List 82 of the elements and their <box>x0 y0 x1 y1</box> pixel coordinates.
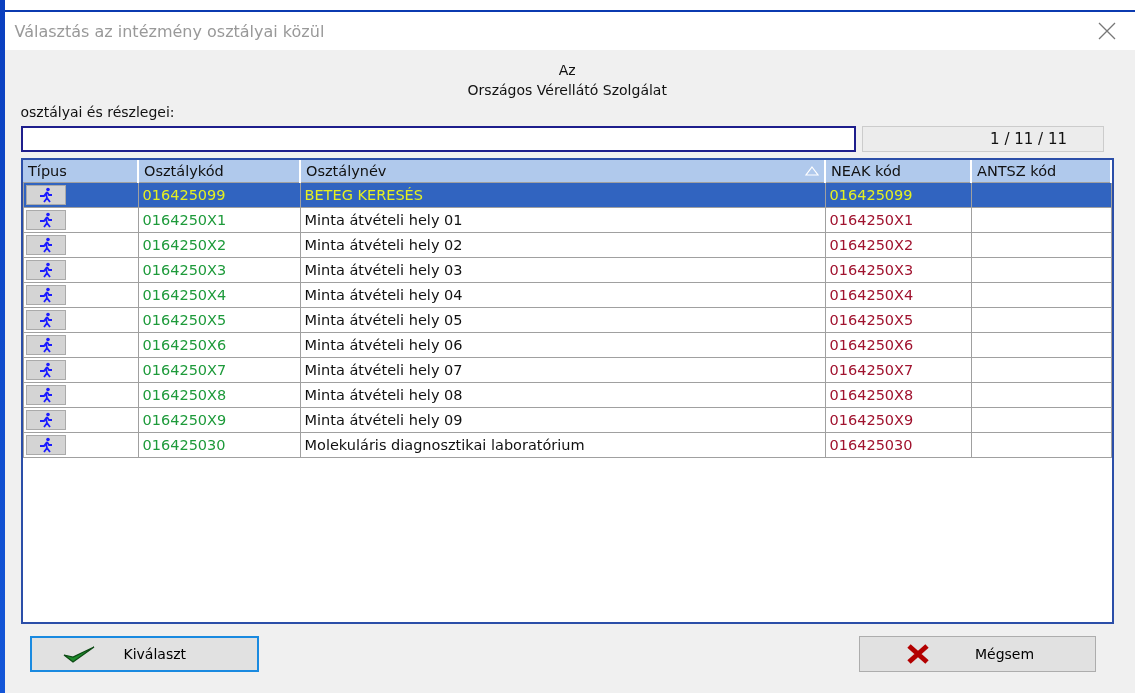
table-cell: 0164250X6 <box>138 332 300 358</box>
window-title: Választás az intézmény osztályai közül <box>14 21 325 41</box>
running-person-icon <box>37 411 54 428</box>
record-counter: 1 / 11 / 11 <box>861 126 1104 152</box>
table-cell: Minta átvételi hely 08 <box>300 382 825 408</box>
table-row[interactable]: 0164250X5 Minta átvételi hely 05 0164250X5 <box>23 307 1111 333</box>
table-row[interactable]: 0164250X6 Minta átvételi hely 06 0164250X6 <box>23 332 1111 358</box>
table-cell: Minta átvételi hely 04 <box>300 282 825 308</box>
person-type-button[interactable] <box>25 234 66 255</box>
column-header[interactable]: Osztálynév <box>300 160 825 183</box>
table-cell: Minta átvételi hely 06 <box>300 332 825 358</box>
table-cell: 0164250X2 <box>138 232 300 258</box>
table-cell: 0164250X4 <box>825 282 971 308</box>
person-type-button[interactable] <box>25 309 66 330</box>
table-cell: 0164250X3 <box>138 257 300 283</box>
table-cell: 016425030 <box>138 432 300 458</box>
person-type-button[interactable] <box>25 434 66 455</box>
table-cell: 0164250X4 <box>138 282 300 308</box>
running-person-icon <box>37 186 54 203</box>
person-type-button[interactable] <box>25 259 66 280</box>
check-icon <box>61 644 96 664</box>
table-cell: 016425030 <box>825 432 971 458</box>
column-header[interactable]: Osztálykód <box>138 160 300 183</box>
table-cell: 016425099 <box>138 182 300 208</box>
running-person-icon <box>37 386 54 403</box>
table-row[interactable]: 016425099 BETEG KERESÉS 016425099 <box>23 182 1111 208</box>
column-header[interactable]: ANTSZ kód <box>971 160 1111 183</box>
table-cell: Molekuláris diagnosztikai laboratórium <box>300 432 825 458</box>
running-person-icon <box>37 336 54 353</box>
heading-text: Az <box>558 62 576 78</box>
list-label: osztályai és részlegei: <box>20 104 176 120</box>
table-row[interactable]: 0164250X8 Minta átvételi hely 08 0164250X8 <box>23 382 1111 408</box>
column-header[interactable]: NEAK kód <box>825 160 971 183</box>
table-cell: Minta átvételi hely 07 <box>300 357 825 383</box>
running-person-icon <box>37 311 54 328</box>
table-cell: Minta átvételi hely 09 <box>300 407 825 433</box>
running-person-icon <box>37 211 54 228</box>
person-type-button[interactable] <box>25 384 66 405</box>
table-row[interactable]: 0164250X4 Minta átvételi hely 04 0164250X4 <box>23 282 1111 308</box>
table-cell: 0164250X7 <box>138 357 300 383</box>
close-icon[interactable] <box>1097 21 1117 41</box>
running-person-icon <box>37 436 54 453</box>
select-button[interactable]: Kiválaszt <box>29 636 259 672</box>
running-person-icon <box>37 236 54 253</box>
running-person-icon <box>37 286 54 303</box>
person-type-button[interactable] <box>25 209 66 230</box>
table-cell: 0164250X1 <box>825 207 971 233</box>
person-type-button[interactable] <box>25 409 66 430</box>
table-cell: 0164250X5 <box>825 307 971 333</box>
table-cell: Minta átvételi hely 02 <box>300 232 825 258</box>
table-cell: 0164250X9 <box>825 407 971 433</box>
table-cell: 0164250X1 <box>138 207 300 233</box>
table-row[interactable]: 0164250X1 Minta átvételi hely 01 0164250X1 <box>23 207 1111 233</box>
institution-name: Országos Vérellátó Szolgálat <box>467 82 667 98</box>
table-cell: 0164250X8 <box>138 382 300 408</box>
person-type-button[interactable] <box>25 334 66 355</box>
table-cell: Minta átvételi hely 05 <box>300 307 825 333</box>
table-row[interactable]: 0164250X7 Minta átvételi hely 07 0164250X7 <box>23 357 1111 383</box>
running-person-icon <box>37 361 54 378</box>
table-cell: 0164250X6 <box>825 332 971 358</box>
table-cell: BETEG KERESÉS <box>300 182 825 208</box>
column-header[interactable]: Típus <box>23 160 138 183</box>
cancel-button[interactable]: Mégsem <box>859 636 1096 672</box>
table-cell: 0164250X9 <box>138 407 300 433</box>
table-cell: Minta átvételi hely 03 <box>300 257 825 283</box>
table-row[interactable]: 016425030 Molekuláris diagnosztikai laboratórium 016425030 <box>23 432 1111 458</box>
search-field[interactable] <box>20 126 856 152</box>
table-row[interactable]: 0164250X2 Minta átvételi hely 02 0164250X2 <box>23 232 1111 258</box>
person-type-button[interactable] <box>25 284 66 305</box>
person-type-button[interactable] <box>25 184 66 205</box>
table-cell: 0164250X5 <box>138 307 300 333</box>
table-cell: 0164250X3 <box>825 257 971 283</box>
running-person-icon <box>37 261 54 278</box>
table-cell: 0164250X7 <box>825 357 971 383</box>
table-cell: 0164250X2 <box>825 232 971 258</box>
table-cell: 0164250X8 <box>825 382 971 408</box>
table-cell: 016425099 <box>825 182 971 208</box>
table-row[interactable]: 0164250X9 Minta átvételi hely 09 0164250X9 <box>23 407 1111 433</box>
table-row[interactable]: 0164250X3 Minta átvételi hely 03 0164250X3 <box>23 257 1111 283</box>
table-cell: Minta átvételi hely 01 <box>300 207 825 233</box>
person-type-button[interactable] <box>25 359 66 380</box>
x-icon <box>905 644 931 664</box>
